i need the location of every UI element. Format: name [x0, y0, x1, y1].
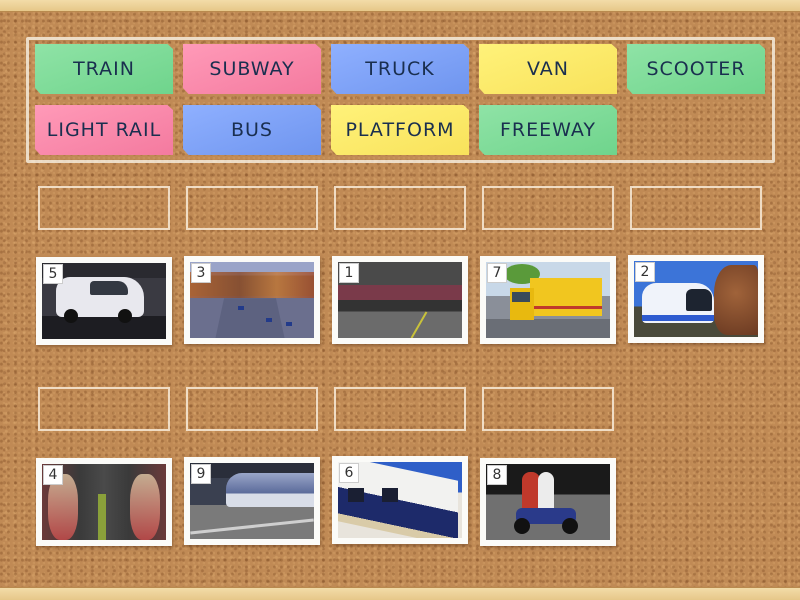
image-card-freeway: 3: [184, 256, 320, 344]
board-frame-top: [0, 0, 800, 12]
tile-subway[interactable]: SUBWAY: [183, 44, 321, 94]
image-number: 5: [43, 264, 63, 284]
image-number: 6: [339, 463, 359, 483]
image-card-platform: 1: [332, 256, 468, 344]
tile-train[interactable]: TRAIN: [35, 44, 173, 94]
image-card-scooter: 8: [480, 458, 616, 546]
train-image: 6: [338, 462, 462, 538]
tile-platform[interactable]: PLATFORM: [331, 105, 469, 155]
image-card-train: 6: [332, 456, 468, 544]
image-number: 3: [191, 263, 211, 283]
image-number: 9: [191, 464, 211, 484]
van-image: 5: [42, 263, 166, 339]
light-rail-image: 9: [190, 463, 314, 539]
image-number: 7: [487, 263, 507, 283]
image-card-light-rail: 9: [184, 457, 320, 545]
tile-bus[interactable]: BUS: [183, 105, 321, 155]
drop-slot-9[interactable]: [482, 387, 614, 431]
image-card-truck: 7: [480, 256, 616, 344]
image-number: 2: [635, 262, 655, 282]
freeway-image: 3: [190, 262, 314, 338]
board-frame-bottom: [0, 587, 800, 600]
scooter-image: 8: [486, 464, 610, 540]
tile-scooter[interactable]: SCOOTER: [627, 44, 765, 94]
bus-image: 2: [634, 261, 758, 337]
image-number: 4: [43, 465, 63, 485]
drop-slot-2[interactable]: [186, 186, 318, 230]
tile-truck[interactable]: TRUCK: [331, 44, 469, 94]
image-number: 1: [339, 263, 359, 283]
subway-image: 4: [42, 464, 166, 540]
drop-slot-5[interactable]: [630, 186, 762, 230]
drop-slot-6[interactable]: [38, 387, 170, 431]
tile-light-rail[interactable]: LIGHT RAIL: [35, 105, 173, 155]
tile-van[interactable]: VAN: [479, 44, 617, 94]
image-number: 8: [487, 465, 507, 485]
platform-image: 1: [338, 262, 462, 338]
truck-image: 7: [486, 262, 610, 338]
drop-slot-7[interactable]: [186, 387, 318, 431]
tile-freeway[interactable]: FREEWAY: [479, 105, 617, 155]
image-card-bus: 2: [628, 255, 764, 343]
drop-slot-4[interactable]: [482, 186, 614, 230]
drop-slot-3[interactable]: [334, 186, 466, 230]
image-card-subway: 4: [36, 458, 172, 546]
image-card-van: 5: [36, 257, 172, 345]
drop-slot-8[interactable]: [334, 387, 466, 431]
drop-slot-1[interactable]: [38, 186, 170, 230]
